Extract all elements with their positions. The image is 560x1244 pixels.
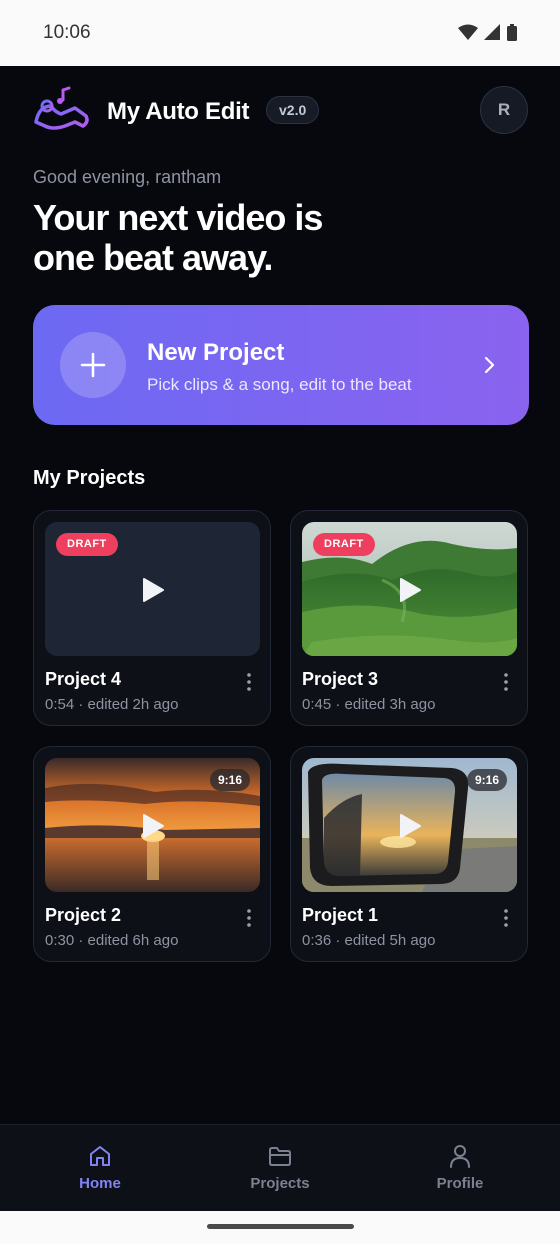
chevron-right-icon (484, 356, 495, 374)
version-badge: v2.0 (266, 96, 320, 124)
new-project-subtitle: Pick clips & a song, edit to the beat (147, 375, 412, 394)
play-icon (143, 814, 164, 838)
draft-badge: DRAFT (313, 533, 375, 556)
nav-projects-label: Projects (250, 1175, 310, 1192)
project-card[interactable]: DRAFT Project 4 0:54 · edited 2h ago (33, 510, 271, 726)
more-vertical-icon[interactable] (496, 908, 516, 928)
project-meta: 0:36 · edited 5h ago (302, 932, 436, 949)
project-card[interactable]: 9:16 Project 1 0:36 · edited 5h ago (290, 746, 528, 962)
battery-icon (507, 24, 517, 41)
status-icons (458, 24, 517, 41)
headline-line-1: Your next video is (33, 197, 323, 238)
nav-home-label: Home (79, 1175, 121, 1192)
project-thumbnail: 9:16 (302, 758, 517, 892)
play-icon (400, 578, 421, 602)
nav-profile-label: Profile (436, 1175, 484, 1192)
project-title: Project 1 (302, 905, 379, 925)
play-icon (400, 814, 421, 838)
app-screen: My Auto Edit v2.0 R Good evening, rantha… (0, 66, 560, 1211)
new-project-button[interactable]: New Project Pick clips & a song, edit to… (33, 305, 529, 425)
new-project-title: New Project (147, 339, 285, 366)
project-meta: 0:54 · edited 2h ago (45, 696, 179, 713)
aspect-ratio-badge: 9:16 (466, 769, 507, 791)
avatar[interactable]: R (480, 86, 528, 134)
more-vertical-icon[interactable] (239, 908, 259, 928)
project-card[interactable]: 9:16 Project 2 0:30 · edited 6h ago (33, 746, 271, 962)
aspect-ratio-badge: 9:16 (209, 769, 250, 791)
play-icon (143, 578, 164, 602)
project-thumbnail: 9:16 (45, 758, 260, 892)
person-icon (450, 1145, 470, 1168)
status-time: 10:06 (43, 22, 91, 43)
more-vertical-icon[interactable] (496, 672, 516, 692)
project-meta: 0:30 · edited 6h ago (45, 932, 179, 949)
bottom-navigation: Home Projects Profile (0, 1124, 560, 1211)
headline-line-2: one beat away. (33, 237, 273, 278)
status-bar: 10:06 (0, 0, 560, 66)
app-logo-icon (31, 86, 91, 132)
draft-badge: DRAFT (56, 533, 118, 556)
project-card[interactable]: DRAFT Project 3 0:45 · edited 3h ago (290, 510, 528, 726)
greeting-text: Good evening, rantham (33, 167, 222, 187)
more-vertical-icon[interactable] (239, 672, 259, 692)
project-thumbnail: DRAFT (302, 522, 517, 656)
gesture-bar (0, 1211, 560, 1244)
project-title: Project 2 (45, 905, 122, 925)
wifi-icon (458, 24, 478, 40)
project-title: Project 3 (302, 669, 379, 689)
plus-icon (60, 332, 126, 398)
folder-icon (269, 1147, 291, 1166)
home-icon (90, 1146, 110, 1166)
nav-profile[interactable]: Profile (367, 1125, 553, 1211)
project-thumbnail: DRAFT (45, 522, 260, 656)
nav-home[interactable]: Home (7, 1125, 193, 1211)
app-title: My Auto Edit (107, 98, 250, 125)
project-title: Project 4 (45, 669, 122, 689)
headline: Your next video is one beat away. (33, 198, 513, 278)
project-meta: 0:45 · edited 3h ago (302, 696, 436, 713)
section-title-my-projects: My Projects (33, 467, 146, 489)
gesture-handle[interactable] (207, 1224, 354, 1229)
nav-projects[interactable]: Projects (187, 1125, 373, 1211)
cellular-icon (484, 24, 500, 40)
